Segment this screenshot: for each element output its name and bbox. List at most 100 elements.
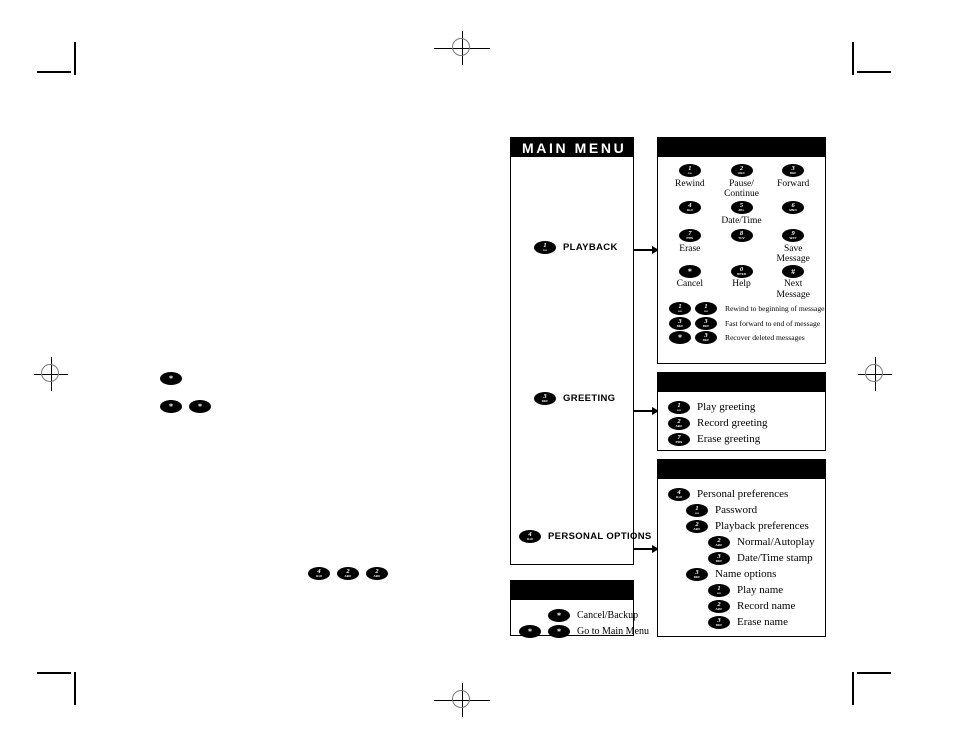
key-1[interactable]: 1 oo (534, 241, 556, 254)
keypad-cell[interactable]: 7 PRS Erase (664, 229, 716, 265)
list-item-label: Playback preferences (715, 520, 809, 532)
keypad-cell[interactable]: 4 GHI (664, 201, 716, 229)
key-3[interactable]: 3 DEF (686, 567, 708, 581)
keypad-cell[interactable]: # Next Message (767, 264, 819, 301)
keypad-cell[interactable]: 2 ABC Pause/Continue (716, 164, 768, 201)
list-item[interactable]: 2 ABC Playback preferences (658, 518, 825, 534)
keypad-row: 1 oo Rewind 2 ABC Pause/Continue 3 DEF Forward (664, 164, 819, 201)
key-sublabel: oo (694, 510, 700, 515)
list-item[interactable]: 3 DEF Date/Time stamp (658, 550, 825, 566)
main-menu-panel: MAIN MENU 1 oo PLAYBACK 3 DEF GREETING 4 GH… (510, 137, 651, 565)
key-7[interactable]: 7 PRS (678, 229, 701, 242)
list-item[interactable]: 2 ABC Record name (658, 598, 825, 614)
key-1[interactable]: 1 oo (686, 503, 708, 517)
main-menu-item-greeting[interactable]: 3 DEF GREETING (534, 392, 615, 405)
key-hash[interactable]: # (782, 264, 805, 278)
crop-mark-bottom-left-vertical (74, 672, 76, 705)
keypad-cell[interactable]: 6 MNO (767, 201, 819, 229)
key-number: * (557, 610, 561, 620)
key-3[interactable]: 3 DEF (708, 615, 730, 629)
keypad-cell[interactable]: 5 JKL Date/Time (716, 201, 768, 229)
key-2[interactable]: 2 ABC (730, 164, 753, 177)
key-1[interactable]: 1 oo (669, 302, 691, 315)
list-item[interactable]: 3 DEF Name options (658, 566, 825, 582)
key-sublabel: MNO (789, 208, 797, 212)
key-sublabel: oo (542, 248, 548, 252)
list-item-label: Normal/Autoplay (737, 536, 815, 548)
key-star[interactable]: * (519, 624, 541, 638)
key-3[interactable]: 3 DEF (695, 316, 717, 330)
main-menu-item-playback[interactable]: 1 oo PLAYBACK (534, 241, 618, 254)
key-2[interactable]: 2 ABC (366, 567, 388, 580)
key-7[interactable]: 7 PRS (668, 432, 690, 446)
registration-ring (41, 364, 59, 382)
list-item[interactable]: 4 GHI Personal preferences (658, 486, 825, 502)
key-4[interactable]: 4 GHI (668, 487, 690, 501)
list-item[interactable]: 2 ABC Record greeting (658, 415, 825, 431)
keypad-cell-caption: Forward (777, 178, 810, 189)
crop-mark-top-left-vertical (74, 42, 76, 75)
arrow-greeting-to-panel (634, 407, 659, 415)
key-star[interactable]: * (669, 331, 691, 344)
main-menu-item-personal-options[interactable]: 4 GHI PERSONAL OPTIONS (519, 530, 652, 543)
key-number: * (687, 266, 692, 276)
key-1[interactable]: 1 oo (678, 164, 701, 177)
shortcut-note: 3 DEF 3 DEF Fast forward to end of message (669, 316, 825, 330)
key-9[interactable]: 9 WXY (782, 229, 805, 242)
playback-shortcut-notes: 1 oo 1 oo Rewind to beginning of message 3 DEF… (658, 300, 825, 344)
key-star[interactable]: * (548, 624, 570, 638)
key-2[interactable]: 2 ABC (708, 599, 730, 613)
keypad-cell-caption: Save Message (776, 243, 810, 265)
key-2[interactable]: 2 ABC (686, 519, 708, 533)
key-3[interactable]: 3 DEF (695, 331, 717, 344)
key-3[interactable]: 3 DEF (534, 392, 556, 405)
key-8[interactable]: 8 TUV (730, 229, 753, 242)
keypad-cell[interactable]: 3 DEF Forward (767, 164, 819, 201)
crop-mark-bottom-right-vertical (852, 672, 854, 705)
personal-options-panel: 4 GHI Personal preferences 1 oo Password 2 ABC P… (657, 459, 826, 637)
list-item[interactable]: * * Go to Main Menu (511, 623, 649, 639)
key-1[interactable]: 1 oo (708, 583, 730, 597)
list-item[interactable]: 1 oo Play greeting (658, 399, 825, 415)
key-1[interactable]: 1 oo (668, 400, 690, 414)
key-4[interactable]: 4 GHI (519, 530, 541, 543)
keypad-cell[interactable]: 8 TUV (716, 229, 768, 265)
loose-key-group-star-single: * (160, 372, 182, 385)
list-item[interactable]: * Cancel/Backup (511, 607, 638, 623)
keypad-cell[interactable]: 9 WXY Save Message (767, 229, 819, 265)
key-3[interactable]: 3 DEF (708, 551, 730, 565)
key-star[interactable]: * (678, 264, 701, 278)
key-sublabel: PRS (675, 439, 683, 444)
key-star[interactable]: * (160, 400, 182, 413)
list-item[interactable]: 3 DEF Erase name (658, 614, 825, 630)
key-star[interactable]: * (189, 400, 211, 413)
keypad-cell[interactable]: 0 OPER Help (716, 264, 768, 301)
key-star[interactable]: * (548, 608, 570, 622)
key-sublabel: DEF (702, 338, 710, 342)
key-4[interactable]: 4 GHI (308, 567, 330, 580)
key-3[interactable]: 3 DEF (669, 316, 691, 330)
key-4[interactable]: 4 GHI (678, 201, 701, 214)
key-star[interactable]: * (160, 372, 182, 385)
key-2[interactable]: 2 ABC (337, 567, 359, 580)
shortcut-note-text: Fast forward to end of message (725, 318, 821, 328)
keypad-row: 7 PRS Erase 8 TUV 9 WXY Save Message (664, 229, 819, 265)
list-item[interactable]: 1 oo Play name (658, 582, 825, 598)
key-2[interactable]: 2 ABC (668, 416, 690, 430)
list-item[interactable]: 1 oo Password (658, 502, 825, 518)
key-sublabel: ABC (693, 526, 701, 531)
key-3[interactable]: 3 DEF (782, 164, 805, 177)
key-sublabel: oo (716, 590, 722, 595)
playback-keypad: 1 oo Rewind 2 ABC Pause/Continue 3 DEF Forward 4… (658, 157, 825, 300)
keypad-cell[interactable]: 1 oo Rewind (664, 164, 716, 201)
list-item[interactable]: 7 PRS Erase greeting (658, 431, 825, 447)
key-2[interactable]: 2 ABC (708, 535, 730, 549)
keypad-cell[interactable]: * Cancel (664, 264, 716, 301)
key-5[interactable]: 5 JKL (730, 201, 753, 214)
key-number: # (791, 266, 796, 276)
list-item[interactable]: 2 ABC Normal/Autoplay (658, 534, 825, 550)
key-6[interactable]: 6 MNO (782, 201, 805, 214)
main-menu-title: MAIN MENU (522, 139, 627, 156)
key-1[interactable]: 1 oo (695, 302, 717, 315)
key-0[interactable]: 0 OPER (730, 264, 753, 278)
